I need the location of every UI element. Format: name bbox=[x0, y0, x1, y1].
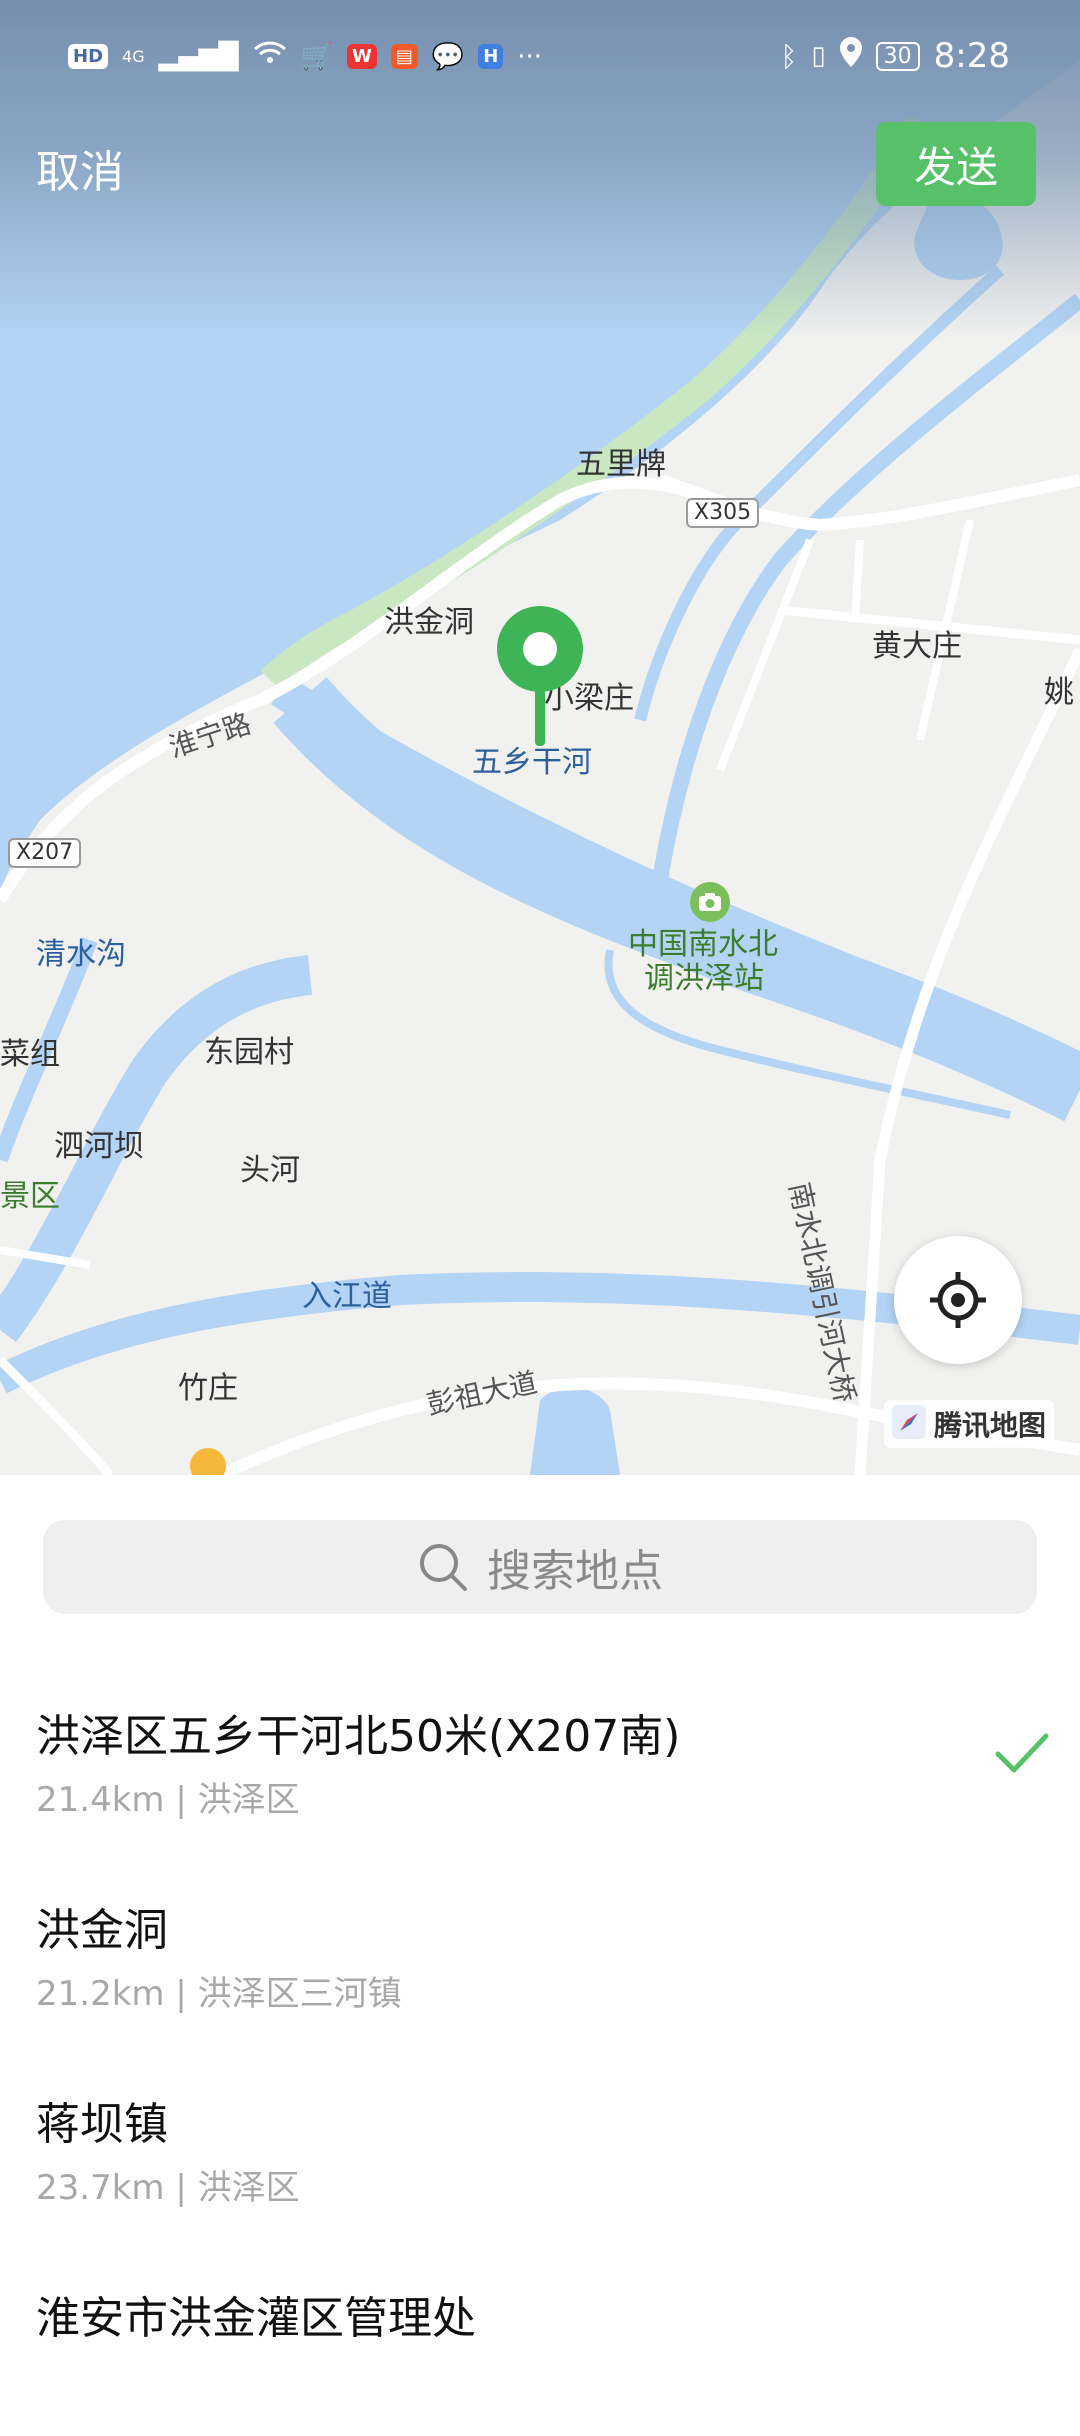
map-label-x305: X305 bbox=[686, 498, 760, 528]
status-bar: HD 4G ▂▄▆█ 🛒 W ▤ 💬 H ··· ᛒ ▯ 30 8:28 bbox=[0, 0, 1080, 120]
map-label-caizu: 菜组 bbox=[0, 1037, 60, 1072]
result-subtitle: 23.7km | 洪泽区 bbox=[36, 2168, 300, 2208]
map-label-zhuzhuang: 竹庄 bbox=[178, 1371, 238, 1406]
hd-indicator: HD bbox=[68, 44, 109, 69]
result-title: 蒋坝镇 bbox=[36, 2099, 168, 2150]
map-label-hongjindong: 洪金洞 bbox=[384, 605, 474, 640]
search-input[interactable]: 搜索地点 bbox=[43, 1520, 1037, 1614]
signal-icon: ▂▄▆█ bbox=[158, 41, 239, 72]
map-label-dongyuancun: 东园村 bbox=[204, 1035, 294, 1070]
map-label-yao: 姚 bbox=[1044, 675, 1074, 710]
app2-icon: H bbox=[478, 44, 504, 69]
location-pin-icon[interactable] bbox=[497, 606, 583, 746]
result-title: 洪金洞 bbox=[36, 1905, 168, 1956]
search-icon bbox=[420, 1544, 467, 1591]
result-subtitle: 21.4km | 洪泽区 bbox=[36, 1780, 300, 1820]
crosshair-icon bbox=[930, 1272, 986, 1328]
location-icon bbox=[839, 36, 862, 76]
map-label-wuxiangganhe: 五乡干河 bbox=[472, 745, 592, 780]
map-provider-logo: 腾讯地图 bbox=[884, 1400, 1055, 1448]
send-button[interactable]: 发送 bbox=[876, 122, 1036, 206]
map-label-jingqu: 景区 bbox=[0, 1179, 60, 1214]
cart-icon: 🛒 bbox=[300, 41, 333, 72]
map-label-huangdazhuang: 黄大庄 bbox=[872, 629, 962, 664]
result-subtitle: 21.2km | 洪泽区三河镇 bbox=[36, 1974, 402, 2014]
road-grid2 bbox=[851, 539, 864, 621]
map-label-rujiangdao: 入江道 bbox=[302, 1279, 392, 1314]
result-item[interactable]: 淮安市洪金灌区管理处 bbox=[0, 2242, 1080, 2436]
more-icon: ··· bbox=[517, 41, 543, 72]
network-indicator: 4G bbox=[122, 47, 145, 66]
result-title: 洪泽区五乡干河北50米(X207南) bbox=[36, 1711, 681, 1762]
locate-me-button[interactable] bbox=[894, 1236, 1022, 1364]
vibrate-icon: ▯ bbox=[811, 41, 826, 71]
result-item[interactable]: 洪金洞 21.2km | 洪泽区三河镇 bbox=[0, 1854, 1080, 2048]
pond-bottom bbox=[530, 1387, 620, 1475]
clock: 8:28 bbox=[933, 36, 1010, 76]
battery-icon: 30 bbox=[875, 41, 920, 71]
map-provider-label: 腾讯地图 bbox=[934, 1409, 1047, 1442]
camera-icon[interactable] bbox=[690, 882, 730, 922]
bluetooth-icon: ᛒ bbox=[780, 39, 798, 73]
results-list: 洪泽区五乡干河北50米(X207南) 21.4km | 洪泽区 洪金洞 21.2… bbox=[0, 1660, 1080, 2436]
map-label-qingshuigou: 清水沟 bbox=[36, 937, 126, 972]
app-icon: ▤ bbox=[390, 44, 418, 69]
map-label-station-line1: 中国南水北 bbox=[628, 927, 778, 962]
map-view[interactable]: 五里牌 X305 洪金洞 小梁庄 五乡干河 淮宁路 X207 黄大庄 姚 清水沟… bbox=[0, 0, 1080, 1475]
compass-icon bbox=[892, 1405, 926, 1443]
map-label-touhe: 头河 bbox=[240, 1153, 300, 1188]
road-sw bbox=[0, 1356, 114, 1475]
wifi-icon bbox=[253, 40, 287, 73]
map-label-wulipai: 五里牌 bbox=[576, 447, 666, 482]
cancel-button[interactable]: 取消 bbox=[36, 136, 124, 200]
check-icon bbox=[994, 1732, 1050, 1780]
chat-icon: 💬 bbox=[431, 41, 465, 72]
result-item[interactable]: 洪泽区五乡干河北50米(X207南) 21.4km | 洪泽区 bbox=[0, 1660, 1080, 1854]
search-placeholder: 搜索地点 bbox=[487, 1546, 663, 1597]
map-label-station-line2: 调洪泽站 bbox=[644, 961, 764, 996]
result-title: 淮安市洪金灌区管理处 bbox=[36, 2293, 476, 2344]
wps-icon: W bbox=[346, 44, 377, 69]
map-label-x207: X207 bbox=[8, 838, 82, 868]
map-label-sihebao: 泗河坝 bbox=[54, 1129, 144, 1164]
result-item[interactable]: 蒋坝镇 23.7km | 洪泽区 bbox=[0, 2048, 1080, 2242]
